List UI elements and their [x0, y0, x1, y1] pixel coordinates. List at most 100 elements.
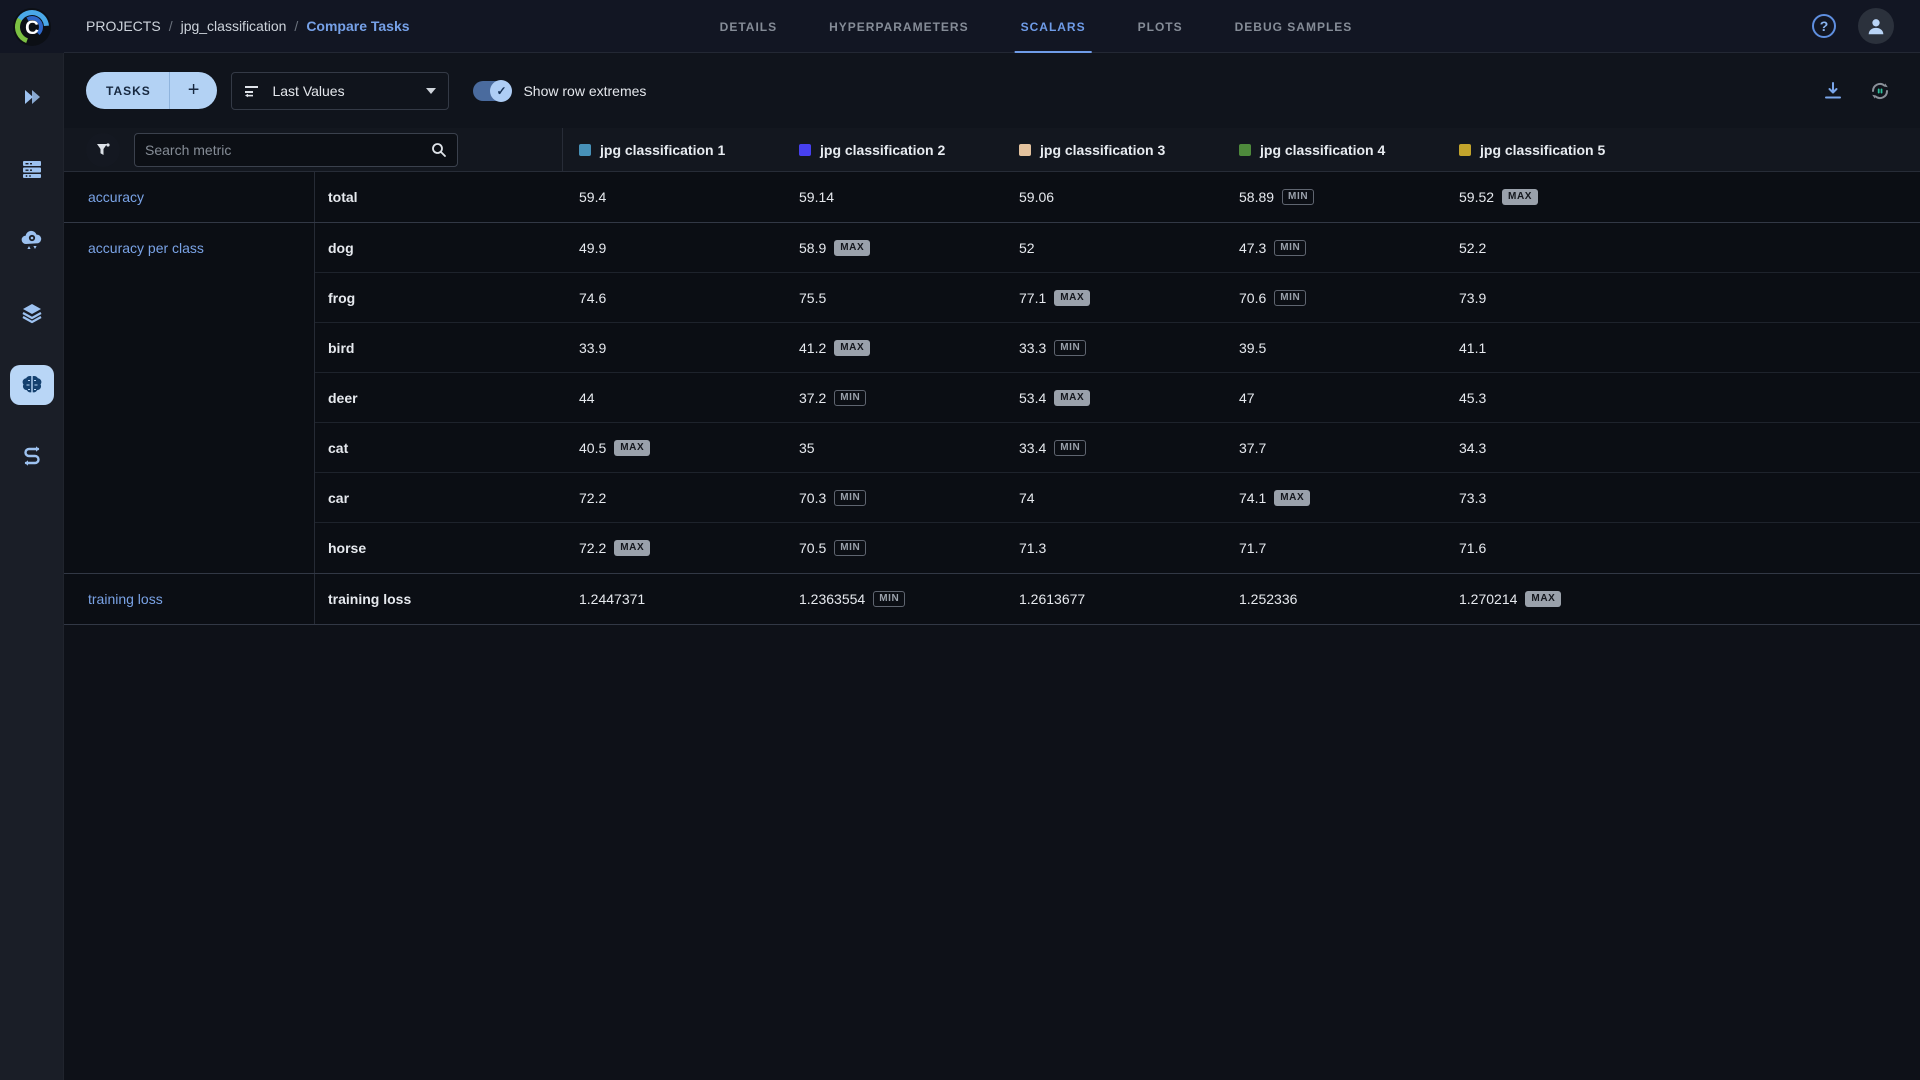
experiment-column-header[interactable]: jpg classification 4 — [1223, 128, 1443, 171]
tab-hyperparameters[interactable]: HYPERPARAMETERS — [829, 0, 968, 53]
metric-value: 59.52 — [1459, 189, 1495, 205]
breadcrumb: PROJECTS / jpg_classification / Compare … — [86, 18, 410, 34]
sidebar-item-workers-queues[interactable] — [10, 149, 54, 189]
tab-debug-samples[interactable]: DEBUG SAMPLES — [1235, 0, 1353, 53]
metric-cell: accuracy — [64, 172, 315, 222]
applications-cloud-icon — [19, 228, 45, 254]
variant-cell: cat — [328, 439, 349, 456]
scalars-toolbar: TASKS + Last Values ✓ Show row extremes — [64, 53, 1920, 128]
value-cell: 59.52 MAX — [1443, 189, 1663, 205]
variant-cell: horse — [328, 540, 367, 556]
search-icon — [432, 142, 446, 157]
min-badge: MIN — [873, 591, 906, 607]
value-cell: 41.1 — [1443, 340, 1663, 356]
metric-value: 71.6 — [1459, 540, 1487, 556]
sidebar-item-models[interactable] — [9, 365, 54, 405]
sidebar-item-pipelines[interactable] — [10, 437, 54, 477]
download-icon — [1825, 81, 1841, 98]
scalars-comparison-table: jpg classification 1 jpg classification 2… — [64, 128, 1920, 1080]
max-badge: MAX — [1525, 591, 1562, 607]
experiment-column-header[interactable]: jpg classification 2 — [783, 128, 1003, 171]
tab-plots[interactable]: PLOTS — [1138, 0, 1183, 53]
metric-value: 1.2613677 — [1019, 591, 1086, 607]
value-cell: 59.4 — [563, 189, 783, 205]
metric-name-link[interactable]: training loss — [88, 591, 163, 607]
value-cell: 73.3 — [1443, 490, 1663, 506]
topbar-actions: ? — [1812, 8, 1894, 44]
add-task-button[interactable]: + — [170, 72, 218, 109]
sidebar-nav — [9, 53, 54, 477]
metric-value: 71.3 — [1019, 540, 1047, 556]
value-cell: 74 — [1003, 490, 1223, 506]
metric-value: 53.4 — [1019, 389, 1047, 406]
metric-cell: training loss — [64, 574, 315, 624]
metric-search-input[interactable] — [145, 141, 423, 158]
min-badge: MIN — [1282, 189, 1315, 205]
tab-details[interactable]: DETAILS — [720, 0, 777, 53]
show-row-extremes-toggle[interactable]: ✓ — [473, 79, 513, 102]
pipelines-icon — [20, 445, 44, 469]
experiment-column-header[interactable]: jpg classification 5 — [1443, 128, 1663, 171]
metric-value: 59.06 — [1019, 189, 1055, 205]
clearml-logo-icon: C — [12, 7, 51, 46]
user-avatar[interactable] — [1858, 8, 1894, 44]
variant-cell: bird — [328, 339, 355, 356]
tab-scalars[interactable]: SCALARS — [1014, 0, 1092, 53]
value-cell: 44 — [563, 390, 783, 406]
app-root: C PROJECTS / jpg_classification / Compar… — [0, 0, 1920, 1080]
filter-button[interactable] — [86, 132, 120, 167]
sidebar-item-applications[interactable] — [10, 221, 54, 261]
tasks-button[interactable]: TASKS — [86, 72, 170, 109]
metric-group: accuracy per class dog 49.9 58.9 MAX 52 47.3 MI… — [64, 223, 1920, 574]
clearml-logo[interactable]: C — [0, 0, 64, 53]
metric-row: dog 49.9 58.9 MAX 52 47.3 MIN 52.2 — [315, 223, 1920, 273]
auto-refresh-button[interactable] — [1868, 79, 1892, 103]
workers-queues-icon — [20, 157, 44, 181]
metric-value: 47.3 — [1239, 239, 1267, 256]
main-column: PROJECTS / jpg_classification / Compare … — [64, 0, 1920, 1080]
metric-group: accuracy total 59.4 59.14 59.06 58.89 MIN 59.52… — [64, 172, 1920, 223]
breadcrumb-separator: / — [294, 18, 299, 34]
metric-name-link[interactable]: accuracy — [88, 189, 144, 205]
value-cell: 58.9 MAX — [783, 239, 1003, 256]
metric-row: car 72.2 70.3 MIN 74 74.1 MAX 73.3 — [315, 473, 1920, 523]
sidebar-item-projects[interactable] — [10, 77, 54, 117]
variant-cell: dog — [328, 239, 354, 256]
value-cell: 33.9 — [563, 340, 783, 356]
value-cell: 52.2 — [1443, 240, 1663, 256]
value-cell: 47 — [1223, 390, 1443, 406]
value-cell: 71.6 — [1443, 540, 1663, 556]
breadcrumb-projects-link[interactable]: PROJECTS — [86, 18, 161, 34]
toolbar-actions — [1822, 79, 1892, 103]
metric-value: 47 — [1239, 389, 1255, 406]
min-badge: MIN — [834, 489, 867, 506]
metric-value: 70.6 — [1239, 289, 1267, 306]
value-cell: 1.2447371 — [563, 591, 783, 607]
top-bar: PROJECTS / jpg_classification / Compare … — [64, 0, 1920, 53]
sidebar-item-datasets[interactable] — [10, 293, 54, 333]
experiment-column-header[interactable]: jpg classification 3 — [1003, 128, 1223, 171]
metric-value: 39.5 — [1239, 339, 1267, 356]
value-cell: 71.7 — [1223, 540, 1443, 556]
metric-name-link[interactable]: accuracy per class — [88, 240, 204, 256]
metric-value: 77.1 — [1019, 289, 1047, 306]
metric-value: 37.7 — [1239, 439, 1267, 456]
value-cell: 1.252336 — [1223, 591, 1443, 607]
values-mode-dropdown[interactable]: Last Values — [231, 71, 450, 110]
download-csv-button[interactable] — [1822, 80, 1844, 102]
value-cell: 33.3 MIN — [1003, 339, 1223, 356]
experiment-color-swatch — [1239, 143, 1251, 156]
metric-row: total 59.4 59.14 59.06 58.89 MIN 59.52 MAX — [315, 172, 1920, 222]
metric-value: 59.14 — [799, 189, 835, 205]
value-cell: 34.3 — [1443, 440, 1663, 456]
breadcrumb-current-page: Compare Tasks — [306, 18, 410, 34]
projects-icon — [20, 85, 44, 109]
breadcrumb-project-link[interactable]: jpg_classification — [181, 18, 287, 34]
max-badge: MAX — [1054, 289, 1091, 306]
metric-row: deer 44 37.2 MIN 53.4 MAX 47 45.3 — [315, 373, 1920, 423]
max-badge: MAX — [1502, 189, 1539, 205]
min-badge: MIN — [1054, 339, 1087, 356]
variant-cell: car — [328, 489, 350, 506]
experiment-column-header[interactable]: jpg classification 1 — [563, 128, 783, 171]
help-icon[interactable]: ? — [1812, 14, 1836, 38]
